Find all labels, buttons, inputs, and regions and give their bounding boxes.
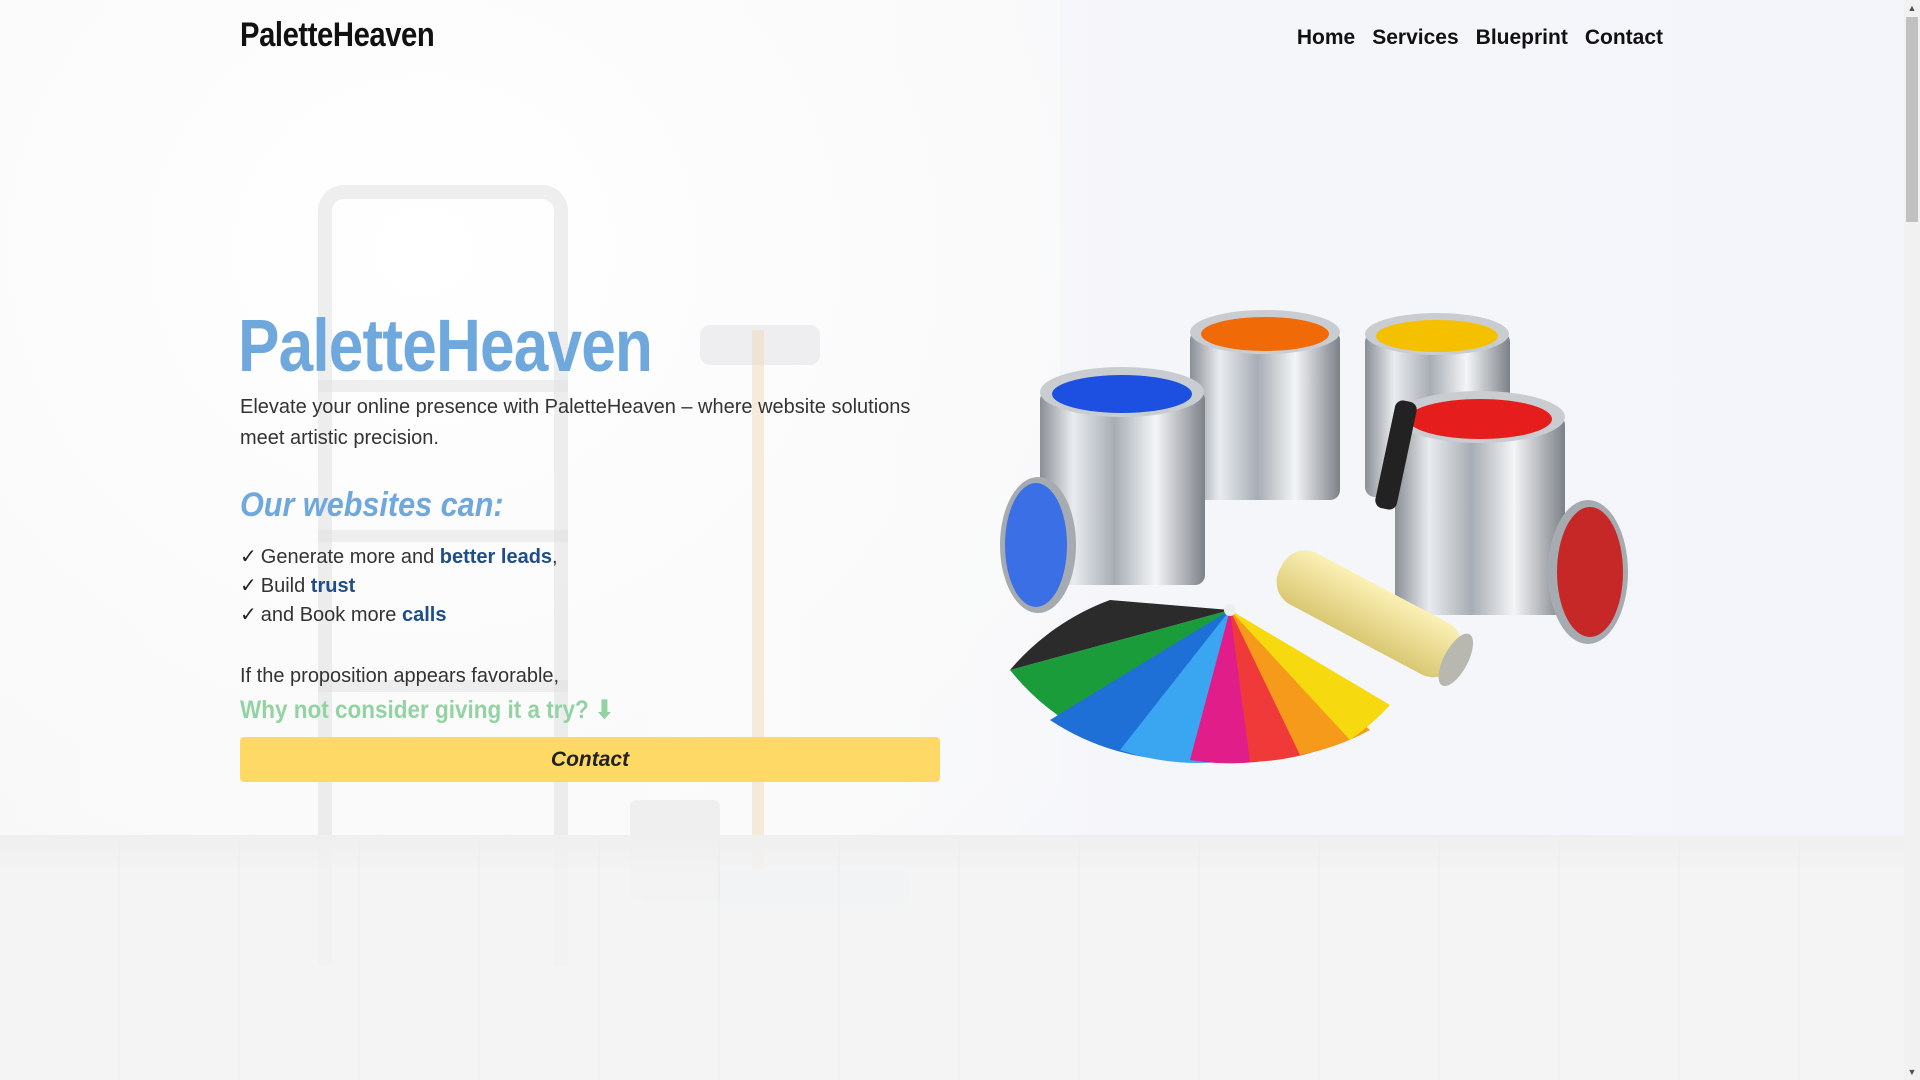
page: PaletteHeaven Home Services Blueprint Co… <box>0 0 1904 1080</box>
benefit-highlight: better leads <box>439 546 553 568</box>
nav-blueprint[interactable]: Blueprint <box>1476 26 1568 50</box>
scroll-down-icon[interactable]: ▼ <box>1904 1064 1920 1080</box>
contact-button-label: Contact <box>550 747 630 771</box>
list-item: ✓ Generate more and better leads, <box>240 543 558 572</box>
contact-button[interactable]: Contact <box>240 737 940 782</box>
checkmark-icon: ✓ <box>240 575 257 597</box>
list-item: ✓ and Book more calls <box>240 601 558 630</box>
benefit-text-end: , <box>552 546 558 568</box>
nav-services[interactable]: Services <box>1372 26 1458 50</box>
benefits-list: ✓ Generate more and better leads, ✓ Build … <box>240 543 558 630</box>
brand-logo[interactable]: PaletteHeaven <box>240 16 435 55</box>
orange-paint-can <box>1190 310 1340 500</box>
background-floor-shadow <box>0 835 1904 875</box>
benefits-heading: Our websites can: <box>240 486 504 524</box>
benefit-text: Generate more and <box>260 546 440 568</box>
benefit-text: and Book more <box>260 604 402 626</box>
benefit-highlight: calls <box>401 604 447 626</box>
scroll-up-icon[interactable]: ▲ <box>1904 0 1920 16</box>
nav-contact[interactable]: Contact <box>1585 26 1663 50</box>
nav-home[interactable]: Home <box>1297 26 1355 50</box>
scrollbar-thumb[interactable] <box>1906 17 1918 222</box>
background-ladder-rung <box>318 530 568 542</box>
checkmark-icon: ✓ <box>240 546 257 568</box>
hero-subtitle: Elevate your online presence with Palett… <box>240 396 911 449</box>
benefit-highlight: trust <box>310 575 356 597</box>
paint-cans-image <box>1000 310 1628 764</box>
list-item: ✓ Build trust <box>240 572 558 601</box>
blue-paint-can <box>1000 367 1205 613</box>
hero-title: PaletteHeaven <box>238 304 653 387</box>
checkmark-icon: ✓ <box>240 604 257 626</box>
main-nav: Home Services Blueprint Contact <box>1297 26 1663 50</box>
proposition-text: If the proposition appears favorable, <box>240 665 560 687</box>
benefit-text: Build <box>260 575 311 597</box>
try-prompt: Why not consider giving it a try? ⬇ <box>240 696 614 724</box>
